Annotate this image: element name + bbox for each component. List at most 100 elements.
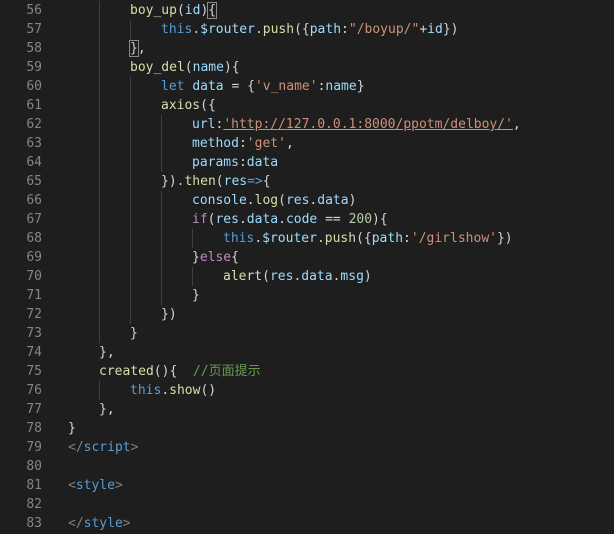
code-line[interactable]: 62 url:'http://127.0.0.1:8000/ppotm/delbo… [0,115,614,134]
line-number: 75 [26,364,42,379]
code-line[interactable]: 69}else{ [0,248,614,267]
token-punctuation: ({ [356,231,372,246]
token-punctuation: + [419,22,428,37]
token-punctuation: . [254,231,263,246]
token-variable: res [223,174,248,189]
token-punctuation: , [137,41,146,56]
code-line[interactable]: 64 params:data [0,153,614,172]
indent-guide [99,134,100,153]
token-punctuation [177,364,193,379]
token-punctuation: ({ [294,22,310,37]
token-punctuation: ( [176,3,185,18]
token-function: alert [223,269,263,284]
token-variable: data [246,155,279,170]
token-string: "/boyup/" [348,22,420,37]
token-variable: $router [200,22,255,37]
code-line[interactable]: 79 </script> [0,438,614,457]
code-text: }, [99,343,115,362]
code-line[interactable]: 67 if(res.data.code == 200){ [0,210,614,229]
token-string: 'http://127.0.0.1:8000/ppotm/delboy/' [223,117,513,132]
token-string: '/girlshow' [410,231,497,246]
indent-guide [99,153,100,172]
token-punctuation: ) [363,269,372,284]
code-text: boy_del(name){ [130,58,240,77]
code-line[interactable]: 65 }).then(res=>{ [0,172,614,191]
code-line[interactable]: 73} [0,324,614,343]
code-line[interactable]: 66 console.log(res.data) [0,191,614,210]
token-punctuation: : [341,22,349,37]
code-editor[interactable]: 56 boy_up(id){57 this.$router.push({path:"… [0,0,614,534]
indent-guide [130,77,131,96]
code-text: }).then(res=>{ [161,172,271,191]
token-variable: name [192,60,224,75]
indent-guide [99,229,100,248]
token-function: push [324,231,357,246]
code-line[interactable]: 59 boy_del(name){ [0,58,614,77]
indent-guide [130,20,131,39]
token-punctuation: . [238,212,247,227]
indent-guide [161,115,162,134]
token-punctuation: == [317,212,349,227]
indent-guide [161,267,162,286]
code-line[interactable]: 75 created(){ //页面提示 [0,362,614,381]
code-text: } [68,419,76,438]
code-line[interactable]: 60 let data = {'v_name':name} [0,77,614,96]
line-number: 76 [26,383,42,398]
indent-guide [161,134,162,153]
token-punctuation: }, [99,345,115,360]
token-variable: id [184,3,201,18]
code-line[interactable]: 78} [0,419,614,438]
token-punctuation: . [192,22,201,37]
indent-guide [99,96,100,115]
line-number: 64 [26,155,42,170]
line-number: 67 [26,212,42,227]
line-number: 62 [26,117,42,132]
indent-guide [99,381,100,400]
code-line[interactable]: 76 this.show() [0,381,614,400]
token-punctuation: }) [496,231,513,246]
code-text: method:'get', [192,134,294,153]
indent-guide [130,305,131,324]
code-line[interactable]: 71} [0,286,614,305]
code-line[interactable]: 70 alert(res.data.msg) [0,267,614,286]
line-number: 65 [26,174,42,189]
token-variable: data [192,79,224,94]
code-line[interactable]: 80 [0,457,614,476]
token-punctuation: ) [348,193,357,208]
token-property: path [371,231,404,246]
code-line[interactable]: 58}, [0,39,614,58]
token-tag: </ [68,516,84,531]
indent-guide [99,20,100,39]
token-punctuation: } [356,79,365,94]
token-punctuation: . [316,231,325,246]
indent-guide [99,58,100,77]
indent-guide [130,96,131,115]
token-punctuation: (){ [153,364,178,379]
code-text: }) [161,305,177,324]
indent-guide [99,324,100,343]
token-property: method [192,136,239,151]
indent-guide [99,286,100,305]
code-text: </script> [68,438,138,457]
token-variable: res [215,212,239,227]
code-line[interactable]: 57 this.$router.push({path:"/boyup/"+id}) [0,20,614,39]
token-punctuation: ){ [223,60,240,75]
token-number: 200 [348,212,373,227]
code-line[interactable]: 63 method:'get', [0,134,614,153]
code-text: </style> [68,514,131,533]
token-punctuation: ( [215,174,224,189]
code-line[interactable]: 82 [0,495,614,514]
indent-guide [161,191,162,210]
code-line[interactable]: 56 boy_up(id){ [0,1,614,20]
code-line[interactable]: 83 </style> [0,514,614,533]
code-line[interactable]: 68 this.$router.push({path:'/girlshow'}) [0,229,614,248]
indent-guide [99,115,100,134]
code-line[interactable]: 77}, [0,400,614,419]
code-line[interactable]: 74}, [0,343,614,362]
code-line[interactable]: 72}) [0,305,614,324]
code-line[interactable]: 61 axios({ [0,96,614,115]
line-number: 81 [26,478,42,493]
code-line[interactable]: 81 <style> [0,476,614,495]
token-punctuation: { [231,250,239,265]
token-keyword: let [161,79,185,94]
